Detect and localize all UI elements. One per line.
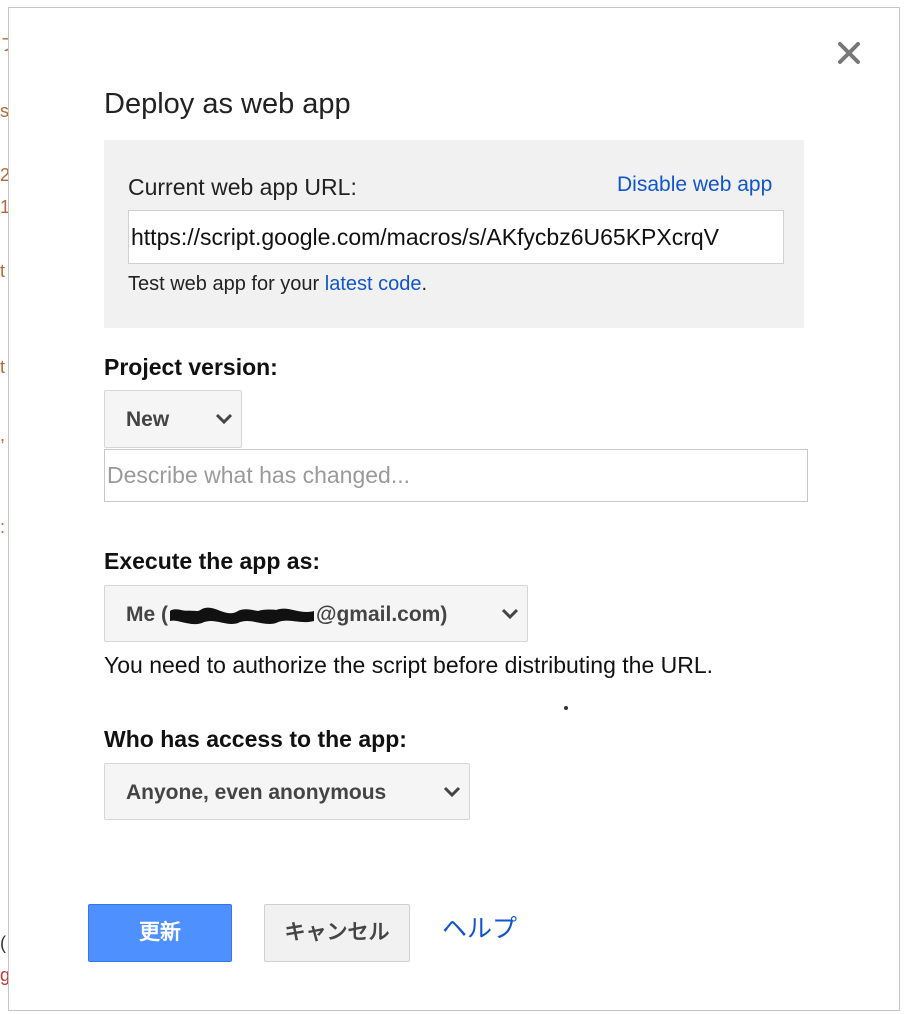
cancel-button[interactable]: キャンセル <box>264 904 410 962</box>
background-text-fragment: t <box>0 261 6 281</box>
access-label: Who has access to the app: <box>104 726 407 752</box>
dialog-title: Deploy as web app <box>104 88 351 120</box>
current-url-label: Current web app URL: <box>128 174 357 200</box>
web-app-url-field[interactable]: https://script.google.com/macros/s/AKfyc… <box>128 210 784 264</box>
project-version-selected: New <box>126 408 170 431</box>
access-selected: Anyone, even anonymous <box>126 781 387 804</box>
screen: フ s 2 1 t t , : ( g Deploy as web app Cu… <box>0 0 904 1014</box>
update-button[interactable]: 更新 <box>88 904 232 962</box>
execute-as-suffix: @gmail.com) <box>316 603 448 626</box>
background-text-fragment: , <box>0 425 6 445</box>
execute-as-prefix: Me ( <box>126 603 168 626</box>
version-description-input[interactable] <box>104 449 808 502</box>
latest-code-link[interactable]: latest code <box>325 273 422 295</box>
background-text-fragment: ( <box>0 933 6 953</box>
test-note-suffix: . <box>421 273 428 295</box>
execute-as-label: Execute the app as: <box>104 548 321 574</box>
project-version-select[interactable]: New <box>104 390 242 448</box>
background-text-fragment: t <box>0 357 6 377</box>
close-icon[interactable] <box>836 40 862 66</box>
project-version-label: Project version: <box>104 354 278 380</box>
disable-web-app-link[interactable]: Disable web app <box>617 170 772 200</box>
test-note-prefix: Test web app for your <box>128 273 325 295</box>
redacted-email-mark <box>170 607 314 625</box>
help-link[interactable]: ヘルプ <box>442 912 517 946</box>
chevron-down-icon <box>443 786 461 797</box>
test-web-app-note: Test web app for your latest code. <box>128 270 427 298</box>
chevron-down-icon <box>501 608 519 619</box>
access-select[interactable]: Anyone, even anonymous <box>104 763 470 820</box>
authorize-note: You need to authorize the script before … <box>104 652 714 678</box>
chevron-down-icon <box>215 413 233 425</box>
stray-dot <box>564 706 568 710</box>
background-text-fragment: : <box>0 517 6 537</box>
